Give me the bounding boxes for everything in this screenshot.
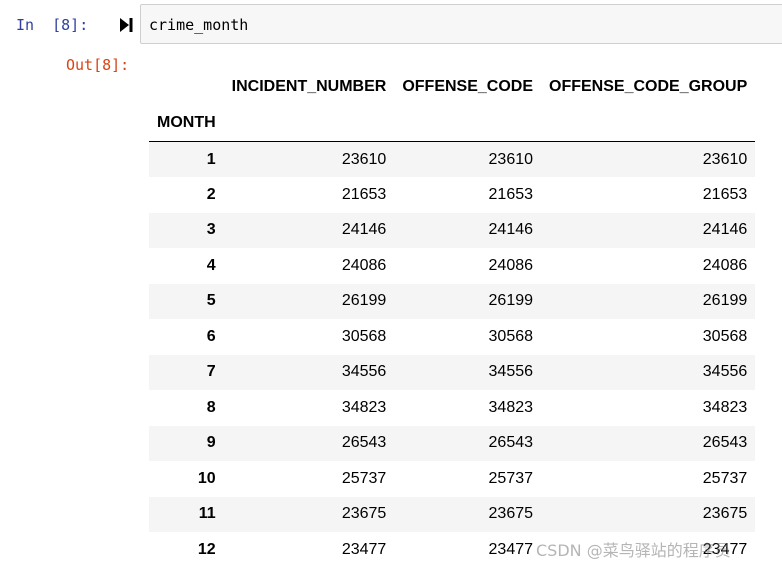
table-cell: 26199: [702, 292, 748, 310]
table-cell: 26543: [488, 434, 534, 452]
play-bar-icon: [120, 18, 133, 32]
table-cell: 30568: [702, 327, 748, 345]
table-cell: 24086: [702, 256, 748, 274]
column-header: OFFENSE_CODE_GROUP: [549, 78, 748, 95]
table-cell: 23610: [702, 150, 748, 168]
table-row: 5 26199 26199 26199: [149, 283, 756, 319]
table-cell: 30568: [341, 327, 387, 345]
table-cell: 26199: [488, 292, 534, 310]
row-index-cell: 10: [197, 469, 216, 487]
index-name-row: MONTH: [149, 105, 756, 142]
table-cell: 34556: [341, 363, 387, 381]
header-blank-cell: [541, 105, 756, 142]
row-index-cell: 7: [206, 363, 216, 381]
table-cell: 26543: [702, 434, 748, 452]
row-index-cell: 5: [206, 292, 216, 310]
code-input-area[interactable]: crime_month: [140, 4, 782, 44]
table-cell: 23477: [341, 540, 387, 558]
table-cell: 23675: [488, 505, 534, 523]
table-cell: 23477: [488, 540, 534, 558]
table-cell: 30568: [488, 327, 534, 345]
table-body: 1 23610 23610 23610 2 21653 21653 21653 3 24146 24…: [149, 141, 756, 568]
dataframe-table: INCIDENT_NUMBER OFFENSE_CODE OFFENSE_COD…: [149, 69, 756, 568]
table-cell: 25737: [488, 469, 534, 487]
table-cell: 24086: [341, 256, 387, 274]
table-cell: 34556: [488, 363, 534, 381]
row-index-cell: 12: [197, 540, 216, 558]
table-cell: 34823: [488, 398, 534, 416]
table-cell: 26543: [341, 434, 387, 452]
row-index-cell: 2: [206, 185, 216, 203]
header-blank-cell: [394, 105, 542, 142]
table-cell: 21653: [341, 185, 387, 203]
output-prompt: Out[8]:: [66, 56, 130, 74]
row-index-cell: 3: [206, 221, 216, 239]
table-cell: 34823: [702, 398, 748, 416]
table-cell: 23675: [702, 505, 748, 523]
table-row: 2 21653 21653 21653: [149, 177, 755, 213]
table-cell: 24146: [702, 221, 748, 239]
table-row: 8 34823 34823 34823: [149, 390, 755, 426]
row-index-cell: 8: [206, 398, 216, 416]
table-cell: 21653: [702, 185, 748, 203]
table-cell: 24146: [341, 221, 387, 239]
table-row: 4 24086 24086 24086: [149, 248, 755, 284]
index-name-header: MONTH: [149, 105, 224, 142]
column-header: OFFENSE_CODE: [402, 78, 534, 95]
table-row: 6 30568 30568 30568: [149, 319, 755, 355]
table-cell: 23610: [488, 150, 534, 168]
table-cell: 26199: [341, 292, 387, 310]
table-cell: 21653: [488, 185, 534, 203]
row-index-cell: 1: [206, 150, 216, 168]
column-header: INCIDENT_NUMBER: [231, 78, 387, 95]
watermark: CSDN @菜鸟驿站的程序员: [536, 541, 731, 560]
column-header-row: INCIDENT_NUMBER OFFENSE_CODE OFFENSE_COD…: [149, 69, 755, 105]
table-row: 1 23610 23610 23610: [149, 141, 756, 177]
table-row: 7 34556 34556 34556: [149, 354, 756, 390]
table-row: 3 24146 24146 24146: [149, 212, 756, 248]
row-index-cell: 6: [206, 327, 216, 345]
table-cell: 34823: [341, 398, 387, 416]
table-cell: 34556: [702, 363, 748, 381]
row-index-cell: 11: [198, 505, 216, 523]
table-cell: 23675: [341, 505, 387, 523]
input-prompt: In [8]:: [16, 16, 89, 34]
table-row: 11 23675 23675 23675: [149, 496, 756, 532]
table-cell: 23610: [341, 150, 387, 168]
table-cell: 24146: [488, 221, 534, 239]
table-cell: 24086: [488, 256, 534, 274]
table-row: 9 26543 26543 26543: [149, 425, 756, 461]
header-blank-cell: [149, 69, 224, 105]
table-row: 10 25737 25737 25737: [149, 461, 755, 497]
header-blank-cell: [223, 105, 395, 142]
code-text[interactable]: crime_month: [149, 14, 248, 36]
row-index-cell: 9: [206, 434, 216, 452]
table-cell: 25737: [702, 469, 748, 487]
table-cell: 25737: [341, 469, 387, 487]
row-index-cell: 4: [206, 256, 216, 274]
run-cell-icon[interactable]: [117, 14, 135, 36]
